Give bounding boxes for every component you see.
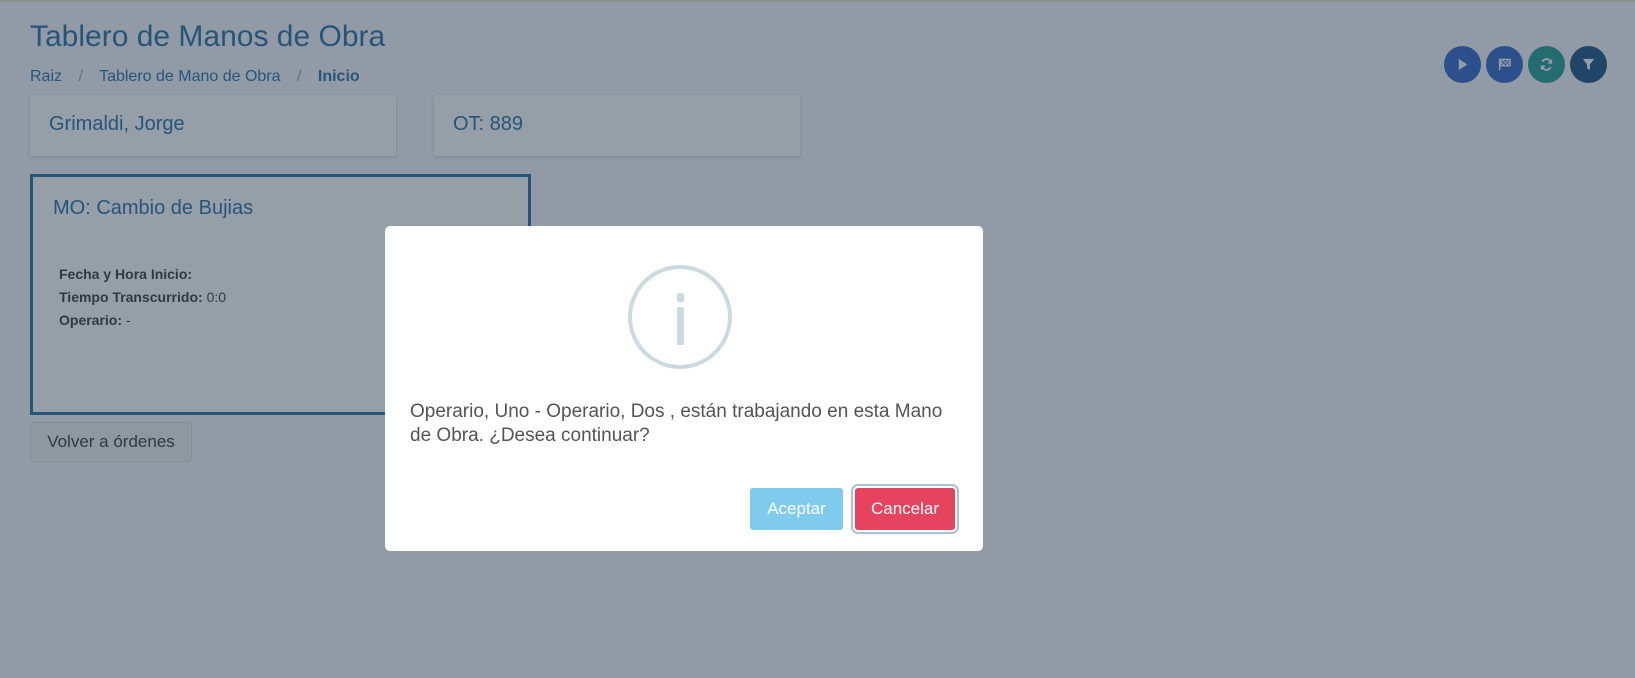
info-icon: [628, 265, 732, 369]
dialog-message: Operario, Uno - Operario, Dos , están tr…: [410, 401, 943, 446]
cancel-button[interactable]: Cancelar: [855, 488, 955, 530]
confirm-dialog: Operario, Uno - Operario, Dos , están tr…: [385, 226, 983, 551]
accept-button[interactable]: Aceptar: [750, 488, 843, 530]
